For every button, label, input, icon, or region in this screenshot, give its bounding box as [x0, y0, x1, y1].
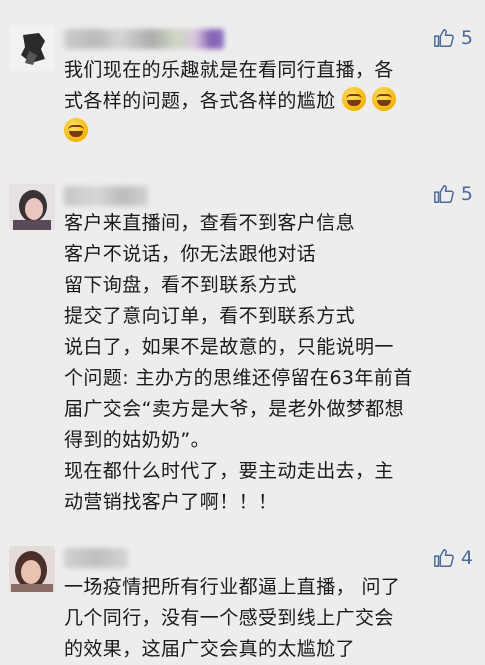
text-line: 届广交会“卖方是大爷，是老外做梦都想: [64, 398, 405, 420]
blurred-username[interactable]: [64, 186, 148, 206]
like-count: 5: [460, 183, 473, 205]
text-line: 留下询盘，看不到联系方式: [64, 274, 297, 296]
text-line: 个问题: 主办方的思维还停留在63年前首: [64, 367, 413, 389]
text-line: 得到的姑奶奶”。: [64, 429, 211, 451]
text-line: 客户来直播间，查看不到客户信息: [64, 212, 356, 234]
avatar[interactable]: [9, 184, 55, 230]
like-button[interactable]: 4: [433, 547, 473, 569]
text-line-with-emoji: 式各样的问题，各式各样的尴尬: [64, 86, 476, 117]
text-line: 一场疫情把所有行业都逼上直播， 问了: [64, 576, 401, 598]
blurred-username[interactable]: [64, 548, 128, 568]
text-line: 动营销找客户了啊！！！: [64, 491, 278, 513]
like-button[interactable]: 5: [433, 27, 473, 49]
comment-text: 我们现在的乐趣就是在看同行直播，各 式各样的问题，各式各样的尴尬: [64, 55, 476, 148]
avatar-image: [9, 25, 55, 71]
comment-text: 客户来直播间，查看不到客户信息 客户不说话，你无法跟他对话 留下询盘，看不到联系…: [64, 208, 476, 518]
avatar[interactable]: [9, 546, 55, 592]
like-button[interactable]: 5: [433, 183, 473, 205]
rolling-laughing-emoji-icon: [64, 118, 88, 142]
like-count: 5: [460, 27, 473, 49]
avatar[interactable]: [9, 25, 55, 71]
like-count: 4: [460, 547, 473, 569]
thumbs-up-icon: [434, 185, 454, 203]
text-line: 提交了意向订单，看不到联系方式: [64, 305, 356, 327]
thumbs-up-icon: [434, 29, 454, 47]
emoji-line: [58, 117, 476, 148]
text-line: 的效果，这届广交会真的太尴尬了: [64, 638, 356, 660]
text-line: 式各样的问题，各式各样的尴尬: [64, 90, 336, 112]
blurred-username[interactable]: [64, 29, 224, 49]
text-line: 几个同行，没有一个感受到线上广交会: [64, 607, 394, 629]
thumbs-up-icon: [434, 549, 454, 567]
avatar-image: [9, 184, 55, 230]
rolling-laughing-emoji-icon: [371, 87, 396, 111]
text-line: 现在都什么时代了，要主动走出去，主: [64, 460, 394, 482]
text-line: 说白了，如果不是故意的，只能说明一: [64, 336, 394, 358]
text-line: 我们现在的乐趣就是在看同行直播，各: [64, 59, 394, 81]
text-line: 客户不说话，你无法跟他对话: [64, 243, 317, 265]
rolling-laughing-emoji-icon: [341, 87, 366, 111]
avatar-image: [9, 546, 55, 592]
comment-text: 一场疫情把所有行业都逼上直播， 问了 几个同行，没有一个感受到线上广交会 的效果…: [64, 572, 476, 665]
